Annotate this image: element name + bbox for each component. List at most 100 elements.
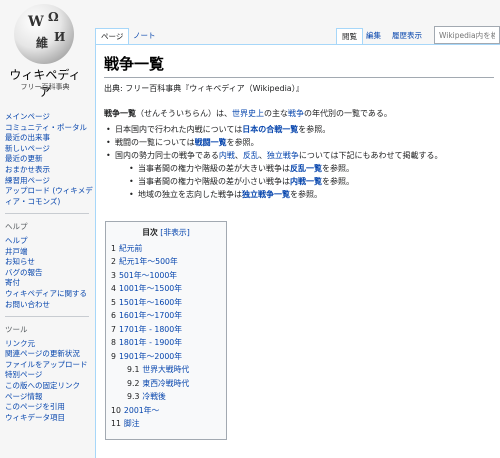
toc-link[interactable]: 1601年〜1700年: [119, 311, 182, 320]
list-text: 国内の勢力同士の戦争である: [115, 151, 219, 160]
sidebar-item-community-portal[interactable]: コミュニティ・ポータル: [5, 123, 93, 134]
toc-item[interactable]: 3 501年〜1000年: [111, 269, 221, 283]
toc-subitem[interactable]: 9.3 冷戦後: [111, 390, 221, 404]
sidebar-item-current-events[interactable]: 最近の出来事: [5, 133, 93, 144]
toc-link[interactable]: 2001年〜: [124, 406, 159, 415]
toc-number: 9.3: [127, 392, 140, 401]
toc-number: 10: [111, 405, 121, 415]
sidebar-item-related-changes[interactable]: 関連ページの更新状況: [5, 349, 93, 360]
link-civil-war[interactable]: 内戦: [219, 151, 235, 160]
globe-glyph: Ω: [48, 10, 59, 24]
toc-link[interactable]: 脚注: [124, 419, 140, 428]
globe-glyph: И: [54, 30, 66, 44]
globe-glyph: 維: [36, 36, 49, 50]
list-item: 日本国内で行われた内戦については日本の合戦一覧を参照。: [104, 123, 494, 136]
link-battle-list[interactable]: 戦闘一覧: [195, 138, 227, 147]
toc-link[interactable]: 501年〜1000年: [119, 271, 177, 280]
toc-subitem[interactable]: 9.2 東西冷戦時代: [111, 377, 221, 391]
link-rebellion[interactable]: 反乱: [243, 151, 259, 160]
sidebar-divider: [5, 316, 89, 318]
toc-item[interactable]: 5 1501年〜1600年: [111, 296, 221, 310]
toc-item[interactable]: 9 1901年〜2000年: [111, 350, 221, 364]
toc-number: 7: [111, 324, 116, 334]
sidebar-item-announcements[interactable]: お知らせ: [5, 257, 93, 268]
sidebar-item-special-pages[interactable]: 特別ページ: [5, 370, 93, 381]
list-text: を参照。: [290, 190, 322, 199]
sidebar-item-wikidata[interactable]: ウィキデータ項目: [5, 413, 93, 424]
sidebar-item-upload-commons[interactable]: アップロード (ウィキメディア・コモンズ): [5, 186, 93, 207]
sidebar-item-help[interactable]: ヘルプ: [5, 236, 93, 247]
toc-item[interactable]: 7 1701年 - 1800年: [111, 323, 221, 337]
link-label: 反乱一覧: [290, 164, 322, 173]
sidebar-item-random-page[interactable]: おまかせ表示: [5, 165, 93, 176]
sub-list: 当事者間の権力や階級の差が大きい戦争は反乱一覧を参照。 当事者間の権力や階級の差…: [127, 162, 494, 201]
list-item: 戦闘の一覧については戦闘一覧を参照。: [104, 136, 494, 149]
sidebar-item-main-page[interactable]: メインページ: [5, 112, 93, 123]
toc-item[interactable]: 10 2001年〜: [111, 404, 221, 418]
toc-link[interactable]: 1801年 - 1900年: [119, 338, 182, 347]
sidebar-tools-section: リンク元 関連ページの更新状況 ファイルをアップロード 特別ページ この版への固…: [5, 339, 93, 424]
list-text: 、: [258, 151, 267, 160]
toc-item[interactable]: 8 1801年 - 1900年: [111, 336, 221, 350]
search-input[interactable]: [434, 26, 500, 44]
sidebar-item-contact[interactable]: ウィキペディアに関するお問い合わせ: [5, 289, 93, 310]
puzzle-globe-icon: W Ω 維 И: [14, 4, 74, 64]
toc-link[interactable]: 紀元1年〜500年: [119, 257, 178, 266]
toc-link[interactable]: 東西冷戦時代: [142, 379, 189, 388]
toc-item[interactable]: 1 紀元前: [111, 242, 221, 256]
toc-subitem[interactable]: 9.1 世界大戦時代: [111, 363, 221, 377]
toc-link[interactable]: 1701年 - 1800年: [119, 325, 182, 334]
tab-talk[interactable]: ノート: [128, 28, 161, 44]
list-text: 戦闘の一覧については: [115, 138, 195, 147]
list-text: を参照。: [322, 177, 354, 186]
globe-glyph: W: [28, 14, 44, 30]
tab-page[interactable]: ページ: [95, 28, 130, 44]
sidebar-item-village-pump[interactable]: 井戸端: [5, 247, 93, 258]
toc-toggle-button[interactable]: [非表示]: [160, 228, 189, 237]
list-text: 、: [234, 151, 243, 160]
link-rebellion-list[interactable]: 反乱一覧: [290, 164, 322, 173]
link-independence-war[interactable]: 独立戦争: [267, 151, 299, 160]
sidebar-item-recent-changes[interactable]: 最近の更新: [5, 154, 93, 165]
toc-link[interactable]: 冷戦後: [142, 392, 165, 401]
list-text: 地域の独立を志向した戦争は: [138, 190, 242, 199]
sidebar-item-bug-report[interactable]: バグの報告: [5, 268, 93, 279]
sidebar-item-upload-file[interactable]: ファイルをアップロード: [5, 360, 93, 371]
toc-number: 3: [111, 270, 116, 280]
sidebar-item-new-pages[interactable]: 新しいページ: [5, 144, 93, 155]
sidebar-item-sandbox[interactable]: 練習用ページ: [5, 176, 93, 187]
toc-item[interactable]: 6 1601年〜1700年: [111, 309, 221, 323]
wikipedia-logo[interactable]: W Ω 維 И ウィキペディア フリー百科事典: [0, 0, 90, 100]
link-independence-war-list[interactable]: 独立戦争一覧: [242, 190, 290, 199]
sidebar-item-what-links-here[interactable]: リンク元: [5, 339, 93, 350]
list-text: を参照。: [226, 138, 259, 147]
list-text: 当事者間の権力や階級の差が小さい戦争は: [138, 177, 290, 186]
sidebar-item-donate[interactable]: 寄付: [5, 278, 93, 289]
toc-link[interactable]: 1001年〜1500年: [119, 284, 182, 293]
sidebar-item-page-info[interactable]: ページ情報: [5, 392, 93, 403]
link-war[interactable]: 戦争: [288, 109, 304, 118]
toc-link[interactable]: 紀元前: [119, 244, 142, 253]
link-japanese-battles[interactable]: 日本の合戦一覧: [242, 125, 298, 134]
toc-link[interactable]: 世界大戦時代: [142, 365, 189, 374]
link-label: 日本の合戦一覧: [242, 125, 299, 134]
link-civil-war-list[interactable]: 内戦一覧: [290, 177, 322, 186]
toc-link[interactable]: 1501年〜1600年: [119, 298, 182, 307]
toc-link[interactable]: 1901年〜2000年: [119, 352, 182, 361]
list-item: 当事者間の権力や階級の差が小さい戦争は内戦一覧を参照。: [127, 175, 494, 188]
page-title: 戦争一覧: [104, 55, 165, 73]
toc-number: 1: [111, 243, 116, 253]
tab-read[interactable]: 閲覧: [336, 28, 363, 44]
toc-item[interactable]: 4 1001年〜1500年: [111, 282, 221, 296]
link-label: 内戦一覧: [290, 177, 322, 186]
sidebar-item-permanent-link[interactable]: この版への固定リンク: [5, 381, 93, 392]
link-world-history[interactable]: 世界史上: [232, 109, 264, 118]
table-of-contents: 目次 [非表示] 1 紀元前 2 紀元1年〜500年 3 501年〜1000年 4 10…: [105, 221, 227, 440]
toc-item[interactable]: 2 紀元1年〜500年: [111, 255, 221, 269]
tab-history[interactable]: 履歴表示: [387, 28, 427, 44]
sidebar-divider: [5, 213, 89, 215]
sidebar-item-cite-page[interactable]: このページを引用: [5, 402, 93, 413]
tab-edit[interactable]: 編集: [361, 28, 386, 44]
toc-item[interactable]: 11 脚注: [111, 417, 221, 431]
sidebar-help-section: ヘルプ 井戸端 お知らせ バグの報告 寄付 ウィキペディアに関するお問い合わせ: [5, 236, 93, 310]
